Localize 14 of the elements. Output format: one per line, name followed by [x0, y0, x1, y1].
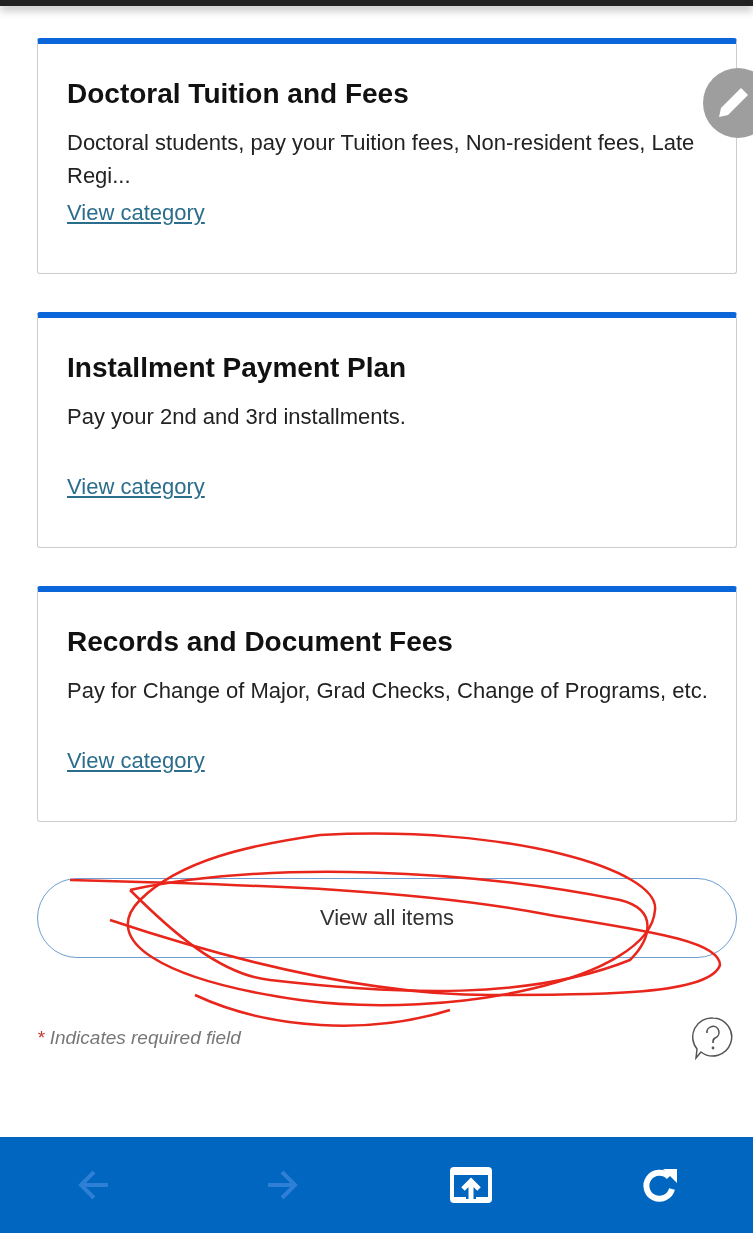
- edit-button[interactable]: [703, 68, 753, 138]
- required-field-note: * Indicates required field: [37, 1027, 241, 1049]
- view-category-link[interactable]: View category: [67, 748, 205, 774]
- share-icon: [447, 1165, 494, 1205]
- card-description: Doctoral students, pay your Tuition fees, Non-resident fees, Late Regi...: [67, 129, 696, 190]
- view-category-link[interactable]: View category: [67, 200, 205, 226]
- card-title: Installment Payment Plan: [67, 352, 408, 384]
- card-title: Doctoral Tuition and Fees: [67, 78, 410, 110]
- view-category-link[interactable]: View category: [67, 474, 205, 500]
- card-title: Records and Document Fees: [67, 626, 454, 658]
- view-all-button[interactable]: View all items: [37, 878, 737, 958]
- help-icon[interactable]: [691, 1016, 735, 1060]
- card-description: Pay your 2nd and 3rd installments.: [67, 403, 407, 431]
- card-description: Pay for Change of Major, Grad Checks, Change of Programs, etc.: [67, 677, 708, 705]
